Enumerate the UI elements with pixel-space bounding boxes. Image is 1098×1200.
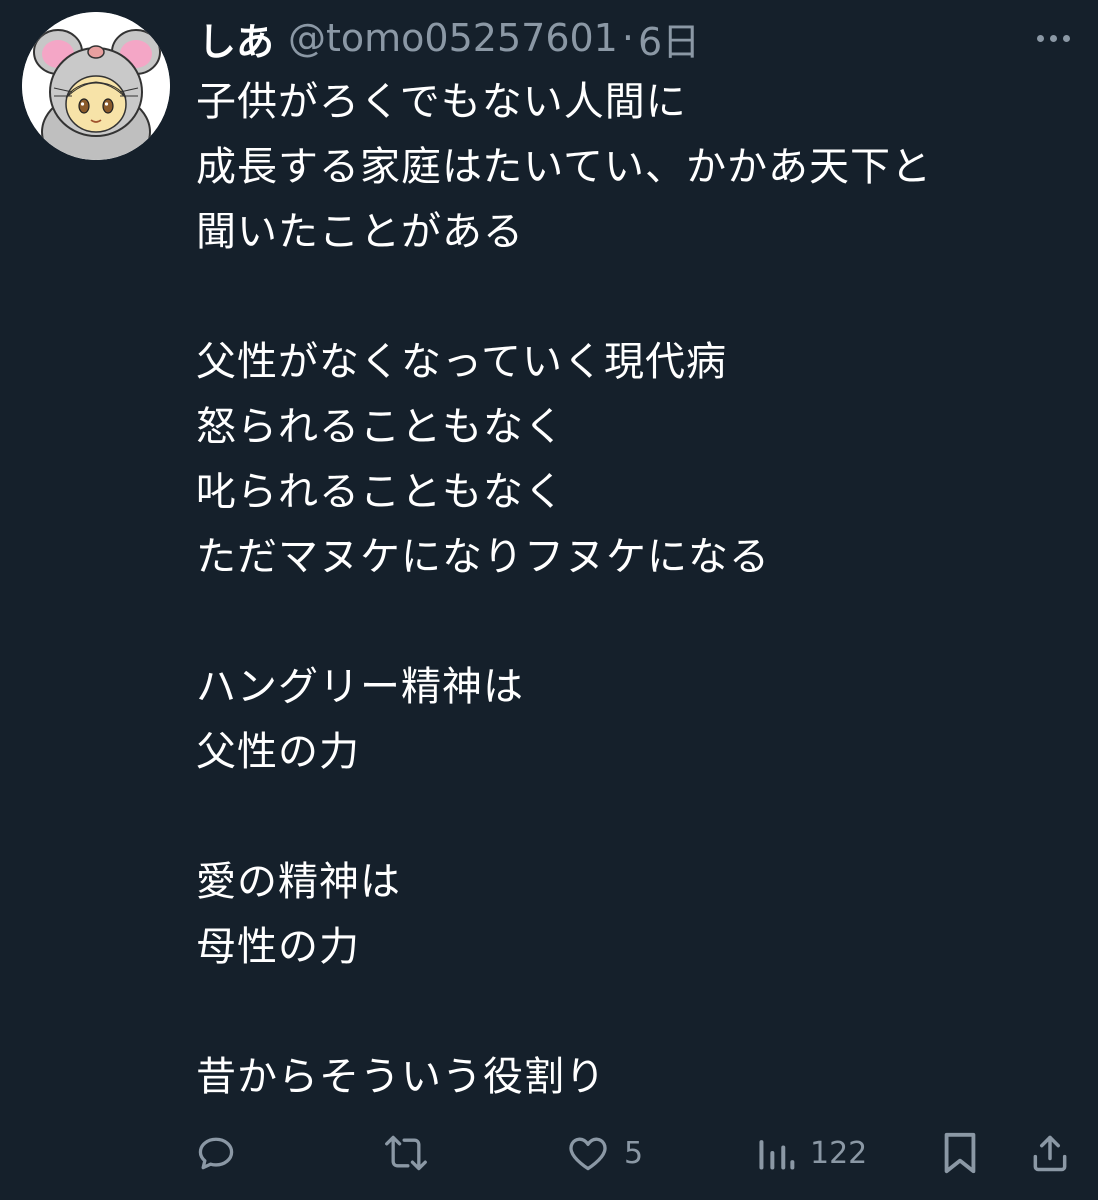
tweet-line: 父性の力 xyxy=(196,729,360,775)
bookmark-icon xyxy=(944,1132,976,1174)
tweet-text: 子供がろくでもない人間に 成長する家庭はたいてい、かかあ天下と 聞いたことがある… xyxy=(196,70,1076,1110)
user-handle[interactable]: @tomo05257601 xyxy=(288,16,618,60)
tweet-line: 叱られることもなく xyxy=(196,469,565,515)
tweet-header: しあ @tomo05257601 · 6日 xyxy=(198,12,700,64)
tweet-line: 聞いたことがある xyxy=(196,209,524,255)
chinchilla-avatar-icon xyxy=(22,12,170,160)
tweet-line: ただマヌケになりフヌケになる xyxy=(196,534,770,580)
more-dot xyxy=(1049,34,1057,42)
more-icon[interactable] xyxy=(1028,20,1078,56)
tweet-line: 愛の精神は xyxy=(196,859,401,905)
share-button[interactable] xyxy=(1028,1128,1072,1178)
timestamp[interactable]: 6日 xyxy=(638,11,700,66)
views-count: 122 xyxy=(810,1135,868,1171)
like-count: 5 xyxy=(624,1135,644,1171)
separator-dot: · xyxy=(621,16,634,60)
tweet-line: 母性の力 xyxy=(196,924,360,970)
like-button[interactable]: 5 xyxy=(566,1128,643,1178)
action-bar: 5 122 xyxy=(0,1128,1098,1178)
tweet-line: 子供がろくでもない人間に xyxy=(196,79,687,125)
tweet-line: ハングリー精神は xyxy=(196,664,524,710)
tweet-line: 成長する家庭はたいてい、かかあ天下と xyxy=(196,144,932,190)
tweet-line: 怒られることもなく xyxy=(196,404,565,450)
bookmark-button[interactable] xyxy=(940,1128,980,1178)
reply-button[interactable] xyxy=(194,1128,238,1178)
more-dot xyxy=(1062,34,1070,42)
display-name[interactable]: しあ xyxy=(198,11,274,66)
retweet-button[interactable] xyxy=(382,1128,430,1178)
heart-icon xyxy=(569,1137,607,1171)
views-button[interactable]: 122 xyxy=(756,1128,867,1178)
share-icon xyxy=(1033,1135,1067,1172)
tweet-line: 父性がなくなっていく現代病 xyxy=(196,339,727,385)
views-icon xyxy=(759,1140,795,1170)
more-dot xyxy=(1036,34,1044,42)
tweet-line: 昔からそういう役割り xyxy=(196,1054,606,1100)
reply-icon xyxy=(198,1137,234,1170)
avatar[interactable] xyxy=(22,12,170,160)
retweet-icon xyxy=(385,1135,427,1171)
